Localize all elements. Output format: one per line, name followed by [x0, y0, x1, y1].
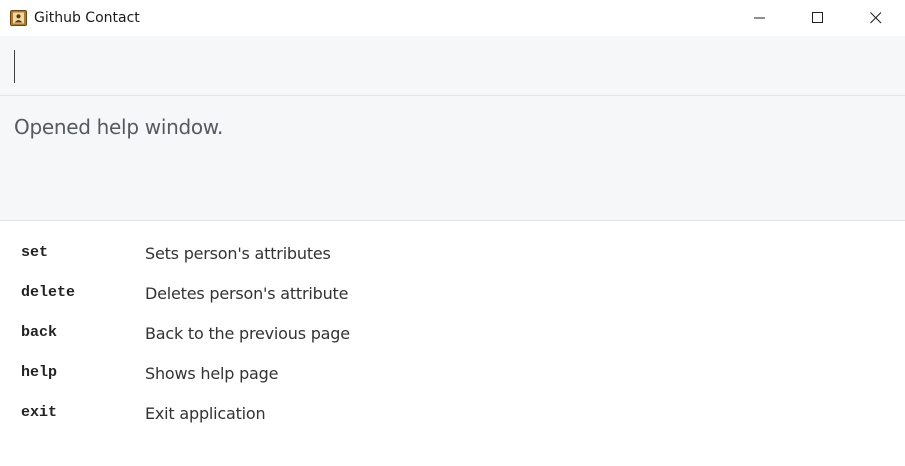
help-row-set: set Sets person's attributes — [0, 236, 905, 276]
command-name: set — [21, 244, 49, 261]
result-message: Opened help window. — [14, 115, 224, 139]
help-row-delete: delete Deletes person's attribute — [0, 276, 905, 316]
command-name: back — [21, 324, 58, 341]
maximize-icon — [812, 12, 823, 23]
title-bar[interactable]: Github Contact — [0, 0, 905, 36]
help-row-exit: exit Exit application — [0, 396, 905, 436]
result-display: Opened help window. — [0, 96, 905, 221]
command-name: help — [21, 364, 58, 381]
minimize-button[interactable] — [731, 0, 789, 36]
app-window: Github Contact Opened help window. set S… — [0, 0, 905, 466]
command-input[interactable] — [10, 44, 898, 88]
help-row-back: back Back to the previous page — [0, 316, 905, 356]
command-description: Sets person's attributes — [145, 244, 331, 263]
text-caret — [14, 50, 15, 83]
contact-book-icon — [10, 10, 27, 26]
close-button[interactable] — [847, 0, 905, 36]
command-description: Shows help page — [145, 364, 279, 383]
minimize-icon — [754, 17, 765, 19]
maximize-button[interactable] — [789, 0, 847, 36]
window-title: Github Contact — [34, 10, 140, 26]
command-box — [0, 36, 905, 96]
command-name: exit — [21, 404, 58, 421]
command-description: Back to the previous page — [145, 324, 350, 343]
command-description: Exit application — [145, 404, 266, 423]
close-icon — [870, 12, 882, 24]
help-command-list: set Sets person's attributes delete Dele… — [0, 236, 905, 436]
command-description: Deletes person's attribute — [145, 284, 349, 303]
help-row-help: help Shows help page — [0, 356, 905, 396]
command-name: delete — [21, 284, 76, 301]
